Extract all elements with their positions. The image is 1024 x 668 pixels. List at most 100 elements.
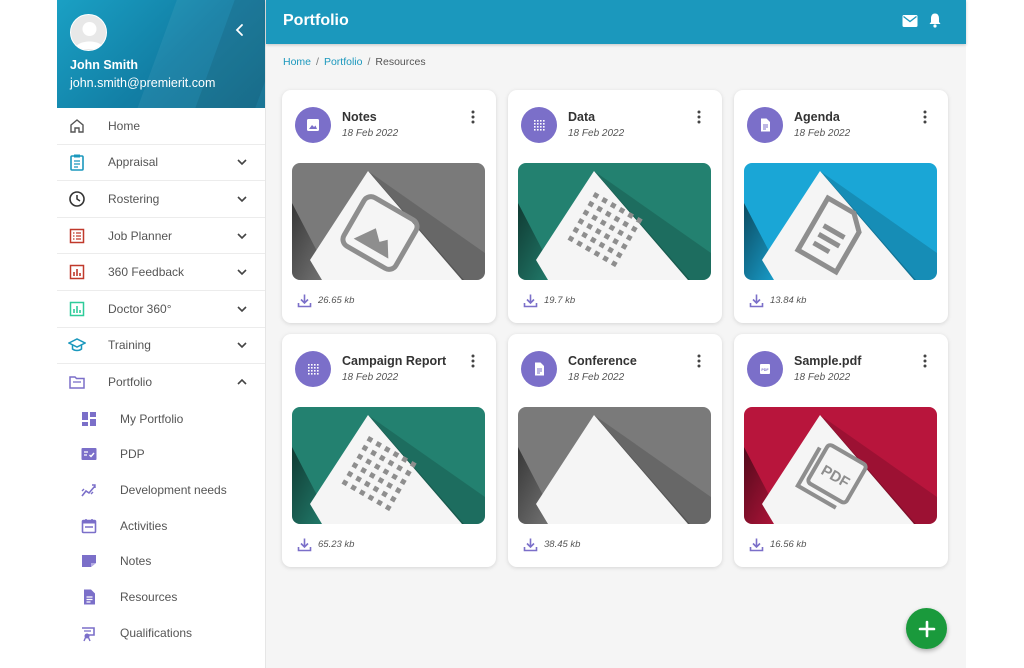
bar-chart-icon — [69, 301, 85, 317]
nav-label: Training — [108, 338, 151, 353]
file-thumbnail[interactable] — [518, 407, 711, 524]
file-size-label: 16.56 kb — [770, 539, 807, 550]
file-size: 65.23 kb — [297, 537, 354, 552]
file-thumbnail[interactable] — [744, 163, 937, 280]
breadcrumb-separator: / — [367, 56, 371, 68]
breadcrumb-home[interactable]: Home — [283, 56, 311, 68]
file-size: 19.7 kb — [523, 293, 575, 308]
breadcrumb-portfolio[interactable]: Portfolio — [324, 56, 363, 68]
nav-item-rostering[interactable]: Rostering — [57, 181, 265, 218]
download-icon[interactable] — [749, 293, 764, 308]
document-file-icon — [521, 351, 557, 387]
nav-item-360-feedback[interactable]: 360 Feedback — [57, 254, 265, 291]
chevron-down-icon[interactable] — [235, 265, 249, 279]
nav-item-portfolio[interactable]: Portfolio — [57, 364, 265, 401]
download-icon[interactable] — [297, 293, 312, 308]
file-size: 16.56 kb — [749, 537, 806, 552]
avatar[interactable] — [70, 14, 107, 51]
image-file-icon — [295, 107, 331, 143]
sidebar-item-activities[interactable]: Activities — [57, 508, 265, 544]
checklist-icon — [81, 448, 97, 461]
card-title: Campaign Report — [342, 354, 447, 368]
card-title: Conference — [568, 354, 637, 368]
file-thumbnail[interactable]: PDF — [744, 407, 937, 524]
chevron-down-icon[interactable] — [235, 192, 249, 206]
file-size-label: 65.23 kb — [318, 539, 355, 550]
chevron-up-icon[interactable] — [235, 375, 249, 389]
nav-label: Appraisal — [108, 155, 159, 170]
user-email: john.smith@premierit.com — [70, 76, 216, 90]
portfolio-submenu: My Portfolio PDP Development needs Activ… — [57, 401, 265, 651]
resource-card[interactable]: Campaign Report 18 Feb 2022 65.23 kb — [282, 334, 496, 567]
sub-label: My Portfolio — [120, 411, 184, 426]
card-date: 18 Feb 2022 — [568, 372, 625, 383]
resource-card[interactable]: Data 18 Feb 2022 19.7 kb — [508, 90, 722, 323]
card-date: 18 Feb 2022 — [342, 128, 399, 139]
sidebar-item-pdp[interactable]: PDP — [57, 436, 265, 472]
file-size-label: 26.65 kb — [318, 295, 355, 306]
note-icon — [82, 555, 96, 568]
sidebar-item-resources[interactable]: Resources — [57, 579, 265, 615]
nav-label: Rostering — [108, 191, 160, 206]
download-icon[interactable] — [523, 293, 538, 308]
more-options-icon[interactable] — [468, 109, 478, 125]
nav-label: Doctor 360° — [108, 301, 172, 316]
nav-label: 360 Feedback — [108, 265, 185, 280]
download-icon[interactable] — [297, 537, 312, 552]
more-options-icon[interactable] — [920, 109, 930, 125]
breadcrumb-current: Resources — [375, 56, 426, 68]
main-content: Portfolio Home / Portfolio / Resources N… — [266, 0, 966, 668]
nav-item-appraisal[interactable]: Appraisal — [57, 145, 265, 182]
mail-icon[interactable] — [902, 14, 918, 28]
plus-icon — [918, 620, 935, 637]
file-size-label: 13.84 kb — [770, 295, 807, 306]
resource-card[interactable]: Conference 18 Feb 2022 38.45 kb — [508, 334, 722, 567]
sidebar-item-qualifications[interactable]: Qualifications — [57, 615, 265, 651]
breadcrumb: Home / Portfolio / Resources — [283, 56, 426, 68]
card-title: Notes — [342, 110, 377, 124]
resource-card[interactable]: Agenda 18 Feb 2022 13.84 kb — [734, 90, 948, 323]
chevron-down-icon[interactable] — [235, 229, 249, 243]
nav-item-job-planner[interactable]: Job Planner — [57, 218, 265, 255]
file-thumbnail[interactable] — [518, 163, 711, 280]
card-date: 18 Feb 2022 — [794, 372, 851, 383]
resource-card[interactable]: Notes 18 Feb 2022 26.65 kb — [282, 90, 496, 323]
chevron-down-icon[interactable] — [235, 155, 249, 169]
file-thumbnail[interactable] — [292, 407, 485, 524]
sidebar-item-my-portfolio[interactable]: My Portfolio — [57, 401, 265, 437]
list-icon — [69, 228, 85, 243]
svg-text:PDF: PDF — [761, 368, 769, 372]
more-options-icon[interactable] — [694, 353, 704, 369]
more-options-icon[interactable] — [468, 353, 478, 369]
more-options-icon[interactable] — [694, 109, 704, 125]
file-size-label: 19.7 kb — [544, 295, 576, 306]
sub-label: Qualifications — [120, 625, 193, 640]
file-thumbnail[interactable] — [292, 163, 485, 280]
more-options-icon[interactable] — [920, 353, 930, 369]
nav-item-home[interactable]: Home — [57, 108, 265, 145]
page-title: Portfolio — [283, 12, 349, 29]
collapse-sidebar-icon[interactable] — [233, 22, 247, 38]
resource-card[interactable]: PDF Sample.pdf 18 Feb 2022 PDF 16.56 kb — [734, 334, 948, 567]
chevron-down-icon[interactable] — [235, 302, 249, 316]
sub-label: Resources — [120, 590, 178, 605]
add-resource-button[interactable] — [906, 608, 947, 649]
nav-item-training[interactable]: Training — [57, 328, 265, 365]
download-icon[interactable] — [523, 537, 538, 552]
chevron-down-icon[interactable] — [235, 338, 249, 352]
nav-label: Home — [108, 118, 141, 133]
sub-label: Development needs — [120, 482, 227, 497]
card-title: Sample.pdf — [794, 354, 862, 368]
top-bar: Portfolio — [266, 0, 966, 44]
sidebar-item-development-needs[interactable]: Development needs — [57, 472, 265, 508]
nav-item-doctor-360[interactable]: Doctor 360° — [57, 291, 265, 328]
card-date: 18 Feb 2022 — [794, 128, 851, 139]
download-icon[interactable] — [749, 537, 764, 552]
file-size-label: 38.45 kb — [544, 539, 581, 550]
file-size: 38.45 kb — [523, 537, 580, 552]
sidebar-item-notes[interactable]: Notes — [57, 544, 265, 580]
sub-label: PDP — [120, 447, 145, 462]
pdf-file-icon: PDF — [747, 351, 783, 387]
bell-icon[interactable] — [928, 12, 942, 28]
document-file-icon — [747, 107, 783, 143]
